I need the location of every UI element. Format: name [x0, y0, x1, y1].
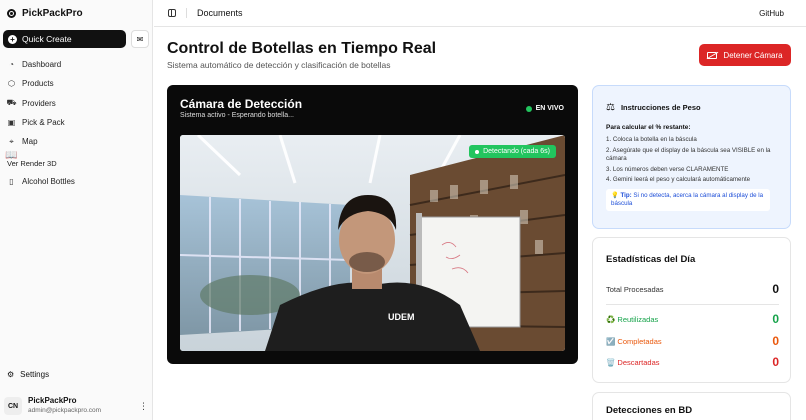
box-icon: ⬡ [8, 79, 15, 89]
brand[interactable]: PickPackPro [7, 8, 83, 19]
sidebar-item-providers[interactable]: ⛟ Providers [6, 94, 147, 113]
instructions-lead: Para calcular el % restante: [606, 124, 691, 131]
sidebar-item-render-3d[interactable]: 📖 Ver Render 3D [5, 150, 147, 171]
truck-icon: ⛟ [6, 98, 17, 108]
tip-text: Si no detecta, acerca la cámara al displ… [611, 192, 764, 207]
stat-value: 0 [772, 312, 779, 326]
lightbulb-icon: 💡 [611, 192, 619, 199]
quick-create-row: + Quick Create ✉ [3, 30, 149, 48]
camera-title: Cámara de Detección [180, 97, 303, 111]
brand-logo-icon [7, 9, 16, 18]
sidebar-item-pick-pack[interactable]: ▣ Pick & Pack [7, 113, 147, 132]
quick-create-label: Quick Create [22, 34, 72, 44]
sidebar-item-label: Products [22, 79, 54, 89]
live-indicator: EN VIVO [525, 105, 564, 112]
weight-instructions-card: ⚖ Instrucciones de Peso Para calcular el… [592, 85, 791, 229]
instructions-title: Instrucciones de Peso [620, 103, 701, 112]
sidebar-toggle-icon[interactable] [168, 9, 176, 17]
instruction-step: 3. Los números deben verse CLARAMENTE [606, 165, 729, 173]
user-menu[interactable]: CN PickPackPro admin@pickpackpro.com ⋮ [4, 396, 148, 416]
divider [186, 8, 187, 18]
camera-feed: UDEM Detectando (cada 6s) [180, 135, 565, 351]
sidebar-item-settings[interactable]: ⚙ Settings [7, 370, 49, 379]
instructions-header: ⚖ Instrucciones de Peso [606, 102, 701, 113]
db-title: Detecciones en BD [606, 405, 693, 416]
camera-status: Sistema activo - Esperando botella... [180, 112, 295, 119]
camera-panel: Cámara de Detección Sistema activo - Esp… [167, 85, 578, 364]
sidebar-item-map[interactable]: ⌖ Map [7, 132, 147, 151]
stat-label: Total Procesadas [606, 284, 664, 294]
sidebar: PickPackPro + Quick Create ✉ ◔ Dashboard… [0, 0, 153, 420]
stop-camera-label: Detener Cámara [723, 50, 783, 60]
inbox-button[interactable]: ✉ [131, 30, 149, 48]
user-email: admin@pickpackpro.com [28, 407, 102, 414]
scale-icon: ⚖ [606, 102, 615, 113]
mail-icon: ✉ [136, 34, 144, 44]
map-icon: ⌖ [9, 136, 14, 146]
settings-label: Settings [20, 370, 50, 379]
user-info: PickPackPro admin@pickpackpro.com [28, 396, 133, 416]
stat-value: 0 [772, 355, 779, 369]
shirt-logo: UDEM [388, 312, 415, 322]
daily-stats-card: Estadísticas del Día Total Procesadas 0 … [592, 237, 791, 383]
bottle-icon: ▯ [9, 176, 14, 186]
instruction-step: 1. Coloca la botella en la báscula [606, 136, 697, 143]
sidebar-item-dashboard[interactable]: ◔ Dashboard [7, 55, 147, 74]
instruction-step: 2. Asegúrate que el display de la báscul… [606, 146, 771, 163]
sidebar-item-label: Alcohol Bottles [22, 176, 75, 186]
topbar: Documents GitHub [154, 0, 806, 27]
sidebar-item-label: Map [22, 137, 38, 147]
camera-feed-image: UDEM [180, 135, 565, 351]
package-icon: ▣ [7, 118, 16, 128]
instructions-list: 1. Coloca la botella en la báscula 2. As… [606, 136, 782, 187]
page-breadcrumb: Documents [197, 8, 243, 18]
stat-label: ♻️ Reutilizadas [606, 314, 659, 324]
brand-name: PickPackPro [22, 8, 83, 19]
dashboard-icon: ◔ [9, 60, 14, 70]
user-name: PickPackPro [28, 396, 77, 405]
camera-off-icon [707, 51, 718, 59]
stat-label: 🗑️ Descartadas [606, 357, 660, 367]
stats-title: Estadísticas del Día [606, 254, 696, 265]
detecting-badge: Detectando (cada 6s) [469, 145, 556, 158]
db-detections-card: Detecciones en BD [592, 392, 791, 420]
sidebar-item-label: Ver Render 3D [7, 159, 57, 169]
sidebar-item-alcohol-bottles[interactable]: ▯ Alcohol Bottles [7, 171, 147, 190]
sidebar-item-label: Providers [22, 98, 56, 108]
stat-value: 0 [772, 282, 779, 296]
stat-total: Total Procesadas 0 [606, 282, 779, 305]
instruction-step: 4. Gemini leerá el peso y calculará auto… [606, 176, 751, 183]
stat-value: 0 [772, 334, 779, 348]
tip-box: 💡 Tip: Si no detecta, acerca la cámara a… [606, 189, 770, 211]
gear-icon: ⚙ [7, 370, 15, 379]
sidebar-nav: ◔ Dashboard ⬡ Products ⛟ Providers ▣ Pic… [5, 55, 147, 191]
stat-completed: ☑️ Completadas 0 [606, 334, 779, 348]
more-vertical-icon[interactable]: ⋮ [139, 401, 148, 412]
sidebar-item-products[interactable]: ⬡ Products [7, 74, 147, 93]
avatar: CN [4, 397, 22, 415]
stop-camera-button[interactable]: Detener Cámara [699, 44, 791, 66]
page-title: Control de Botellas en Tiempo Real [167, 40, 437, 57]
stat-discarded: 🗑️ Descartadas 0 [606, 355, 779, 369]
stat-label: ☑️ Completadas [606, 336, 662, 346]
sidebar-item-label: Dashboard [22, 60, 62, 70]
quick-create-button[interactable]: + Quick Create [3, 30, 126, 48]
status-dot-icon [475, 149, 480, 154]
tip-label: Tip: [620, 192, 632, 199]
github-link[interactable]: GitHub [759, 9, 784, 18]
stat-reused: ♻️ Reutilizadas 0 [606, 312, 779, 326]
live-label: EN VIVO [535, 105, 564, 112]
live-dot-icon [525, 105, 532, 112]
plus-circle-icon: + [8, 34, 17, 44]
page-subtitle: Sistema automático de detección y clasif… [167, 60, 391, 70]
sidebar-item-label: Pick & Pack [22, 118, 65, 128]
detecting-label: Detectando (cada 6s) [483, 148, 550, 155]
